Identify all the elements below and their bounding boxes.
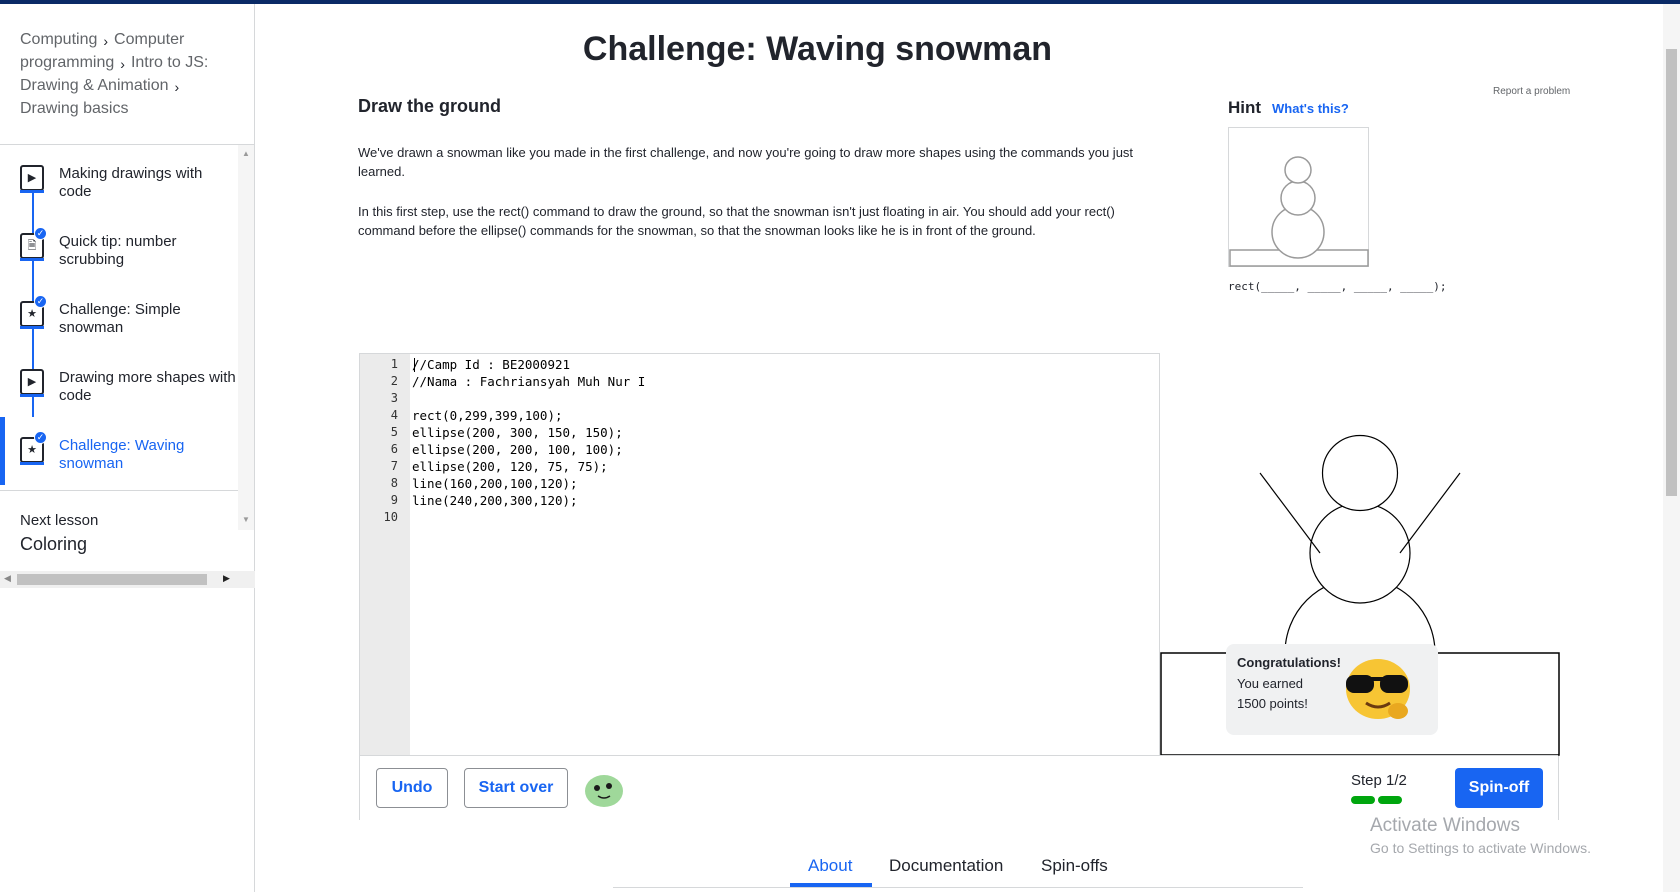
start-over-button[interactable]: Start over [464,768,568,808]
scrollbar-thumb[interactable] [1666,49,1677,496]
sidebar-item-waving-snowman[interactable]: ★ ✓ Challenge: Waving snowman [0,417,238,485]
next-lesson-link[interactable]: Coloring [20,534,87,555]
sidebar-item-drawing-more-shapes[interactable]: ▶ Drawing more shapes with code [0,349,238,417]
tab-about[interactable]: About [808,856,852,876]
step-title: Draw the ground [358,96,501,116]
sidebar-item-label: Challenge: Simple snowman [59,301,181,336]
content-tabs: About Documentation Spin-offs [613,850,1303,892]
next-lesson-label: Next lesson [20,512,99,529]
scrollbar-thumb[interactable] [17,574,207,585]
sidebar-item-quick-tip[interactable]: 🗎 ✓ Quick tip: number scrubbing [0,213,238,281]
breadcrumb: Computing › Computer programming › Intro to … [20,28,240,120]
chevron-right-icon: › [120,56,125,72]
line-number: 1 [390,357,398,371]
activate-windows-subtitle: Go to Settings to activate Windows. [1370,840,1591,856]
line-number: 7 [390,459,398,473]
editor-toolbar: Undo Start over Step 1/2 Spin-off [360,755,1558,820]
code-line[interactable]: ellipse(200, 300, 150, 150); [412,425,623,440]
code-line[interactable]: //Nama : Fachriansyah Muh Nur I [412,374,645,389]
check-icon: ✓ [34,295,47,308]
line-number: 8 [390,476,398,490]
breadcrumb-item-computing[interactable]: Computing [20,31,97,48]
step-progress-segment [1351,796,1375,804]
sidebar-item-label: Challenge: Waving snowman [59,437,185,472]
undo-button[interactable]: Undo [376,768,448,808]
instructions-paragraph: We've drawn a snowman like you made in t… [358,145,1134,179]
chevron-right-icon: › [103,33,109,49]
scroll-down-arrow-icon[interactable]: ▼ [242,515,250,524]
active-tab-indicator [790,883,872,887]
sidebar-scrollbar[interactable]: ▲ ▼ [238,145,254,530]
sidebar-lesson-list: ▶ Making drawings with code 🗎 ✓ Quick ti… [0,145,238,490]
congratulations-popup: Congratulations! You earned 1500 points! [1226,644,1438,735]
hint-code: rect(_____, _____, _____, _____); [1228,280,1447,293]
activate-windows-title: Activate Windows [1370,815,1520,836]
code-line[interactable]: line(160,200,100,120); [412,476,578,491]
play-icon: ▶ [20,165,44,193]
line-number: 6 [390,442,398,456]
tab-documentation[interactable]: Documentation [889,856,1003,876]
code-line[interactable]: //Camp Id : BE2000921 [412,357,570,372]
check-icon: ✓ [34,431,47,444]
code-line[interactable]: ellipse(200, 200, 100, 100); [412,442,623,457]
step-indicator: Step 1/2 [1351,772,1407,789]
line-number: 3 [390,391,398,405]
tab-spin-offs[interactable]: Spin-offs [1041,856,1108,876]
instructions-paragraph: In this first step, use the rect() comma… [358,204,1115,238]
sidebar-item-simple-snowman[interactable]: ★ ✓ Challenge: Simple snowman [0,281,238,349]
code-line[interactable]: rect(0,299,399,100); [412,408,563,423]
scroll-right-arrow-icon[interactable]: ▶ [223,573,230,584]
active-indicator [0,417,5,485]
sidebar-item-making-drawings[interactable]: ▶ Making drawings with code [0,145,238,213]
spin-off-button[interactable]: Spin-off [1455,768,1543,808]
sidebar-item-label: Quick tip: number scrubbing [59,233,177,268]
line-number: 9 [390,493,398,507]
breadcrumb-item-drawing-basics[interactable]: Drawing basics [20,100,128,117]
congrats-line: You earned [1237,676,1304,691]
code-line[interactable]: line(240,200,300,120); [412,493,578,508]
lesson-sidebar: Computing › Computer programming › Intro to … [0,4,255,892]
hint-label: Hint [1228,98,1262,117]
line-number: 2 [390,374,398,388]
sidebar-horizontal-scrollbar[interactable]: ◀ ▶ [0,571,255,588]
sidebar-item-label: Drawing more shapes with code [59,369,236,404]
congrats-points: 1500 points! [1237,696,1308,711]
line-number-gutter: 1 2 3 4 5 6 7 8 9 10 [360,354,410,755]
hint-preview-image [1228,127,1369,267]
code-line[interactable]: ellipse(200, 120, 75, 75); [412,459,608,474]
scroll-left-arrow-icon[interactable]: ◀ [4,573,11,584]
sidebar-item-label: Making drawings with code [59,165,203,200]
tabs-divider [613,887,1303,888]
page-title: Challenge: Waving snowman [582,30,1053,68]
report-problem-link[interactable]: Report a problem [1493,86,1570,97]
line-number: 4 [390,408,398,422]
congrats-title: Congratulations! [1237,655,1341,670]
sunglasses-mascot-icon [1346,659,1410,719]
avatar[interactable] [584,772,624,808]
sidebar-divider [0,490,238,491]
line-number: 10 [383,510,398,524]
whats-this-link[interactable]: What's this? [1272,101,1349,116]
line-number: 5 [390,425,398,439]
scroll-up-arrow-icon[interactable]: ▲ [242,149,250,158]
output-canvas[interactable]: Congratulations! You earned 1500 points! [1159,353,1560,756]
chevron-right-icon: › [174,79,180,95]
check-icon: ✓ [34,227,47,240]
page-scrollbar[interactable] [1663,4,1680,892]
play-icon: ▶ [20,369,44,397]
step-progress-segment [1378,796,1402,804]
code-editor-panel: 1 2 3 4 5 6 7 8 9 10 //Camp Id : BE20009… [359,353,1560,820]
